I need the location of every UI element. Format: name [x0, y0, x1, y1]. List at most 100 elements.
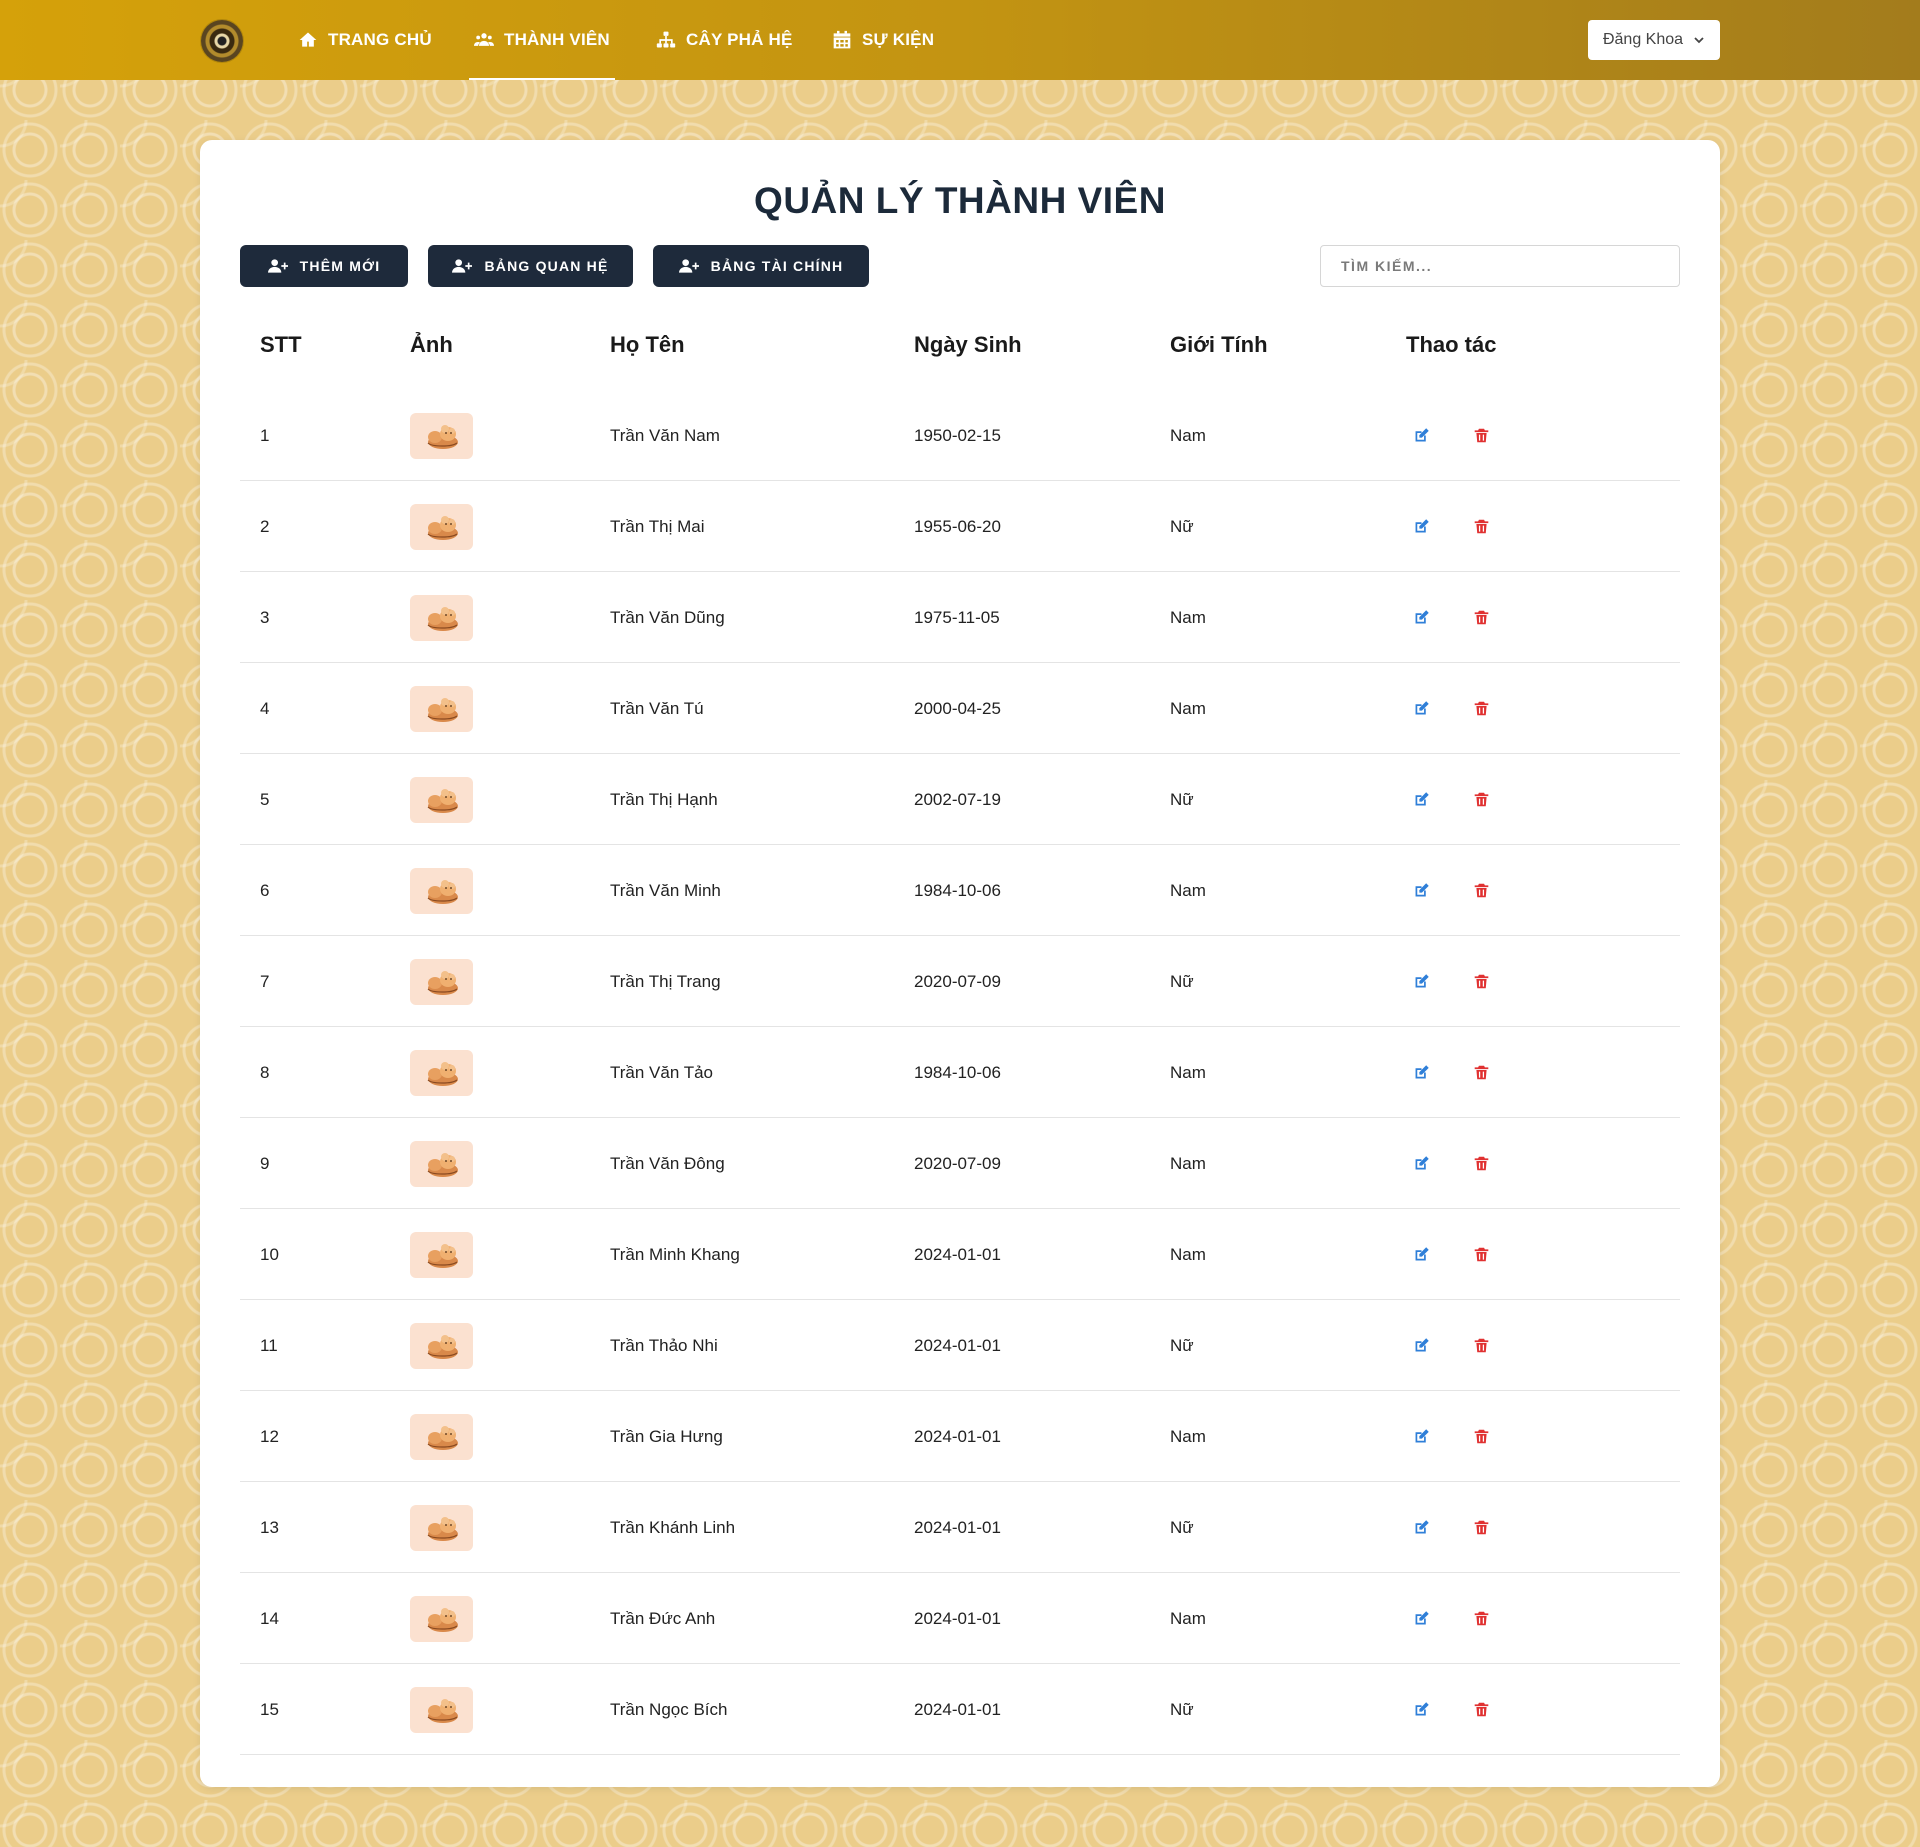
- finance-table-label: BẢNG TÀI CHÍNH: [710, 258, 844, 274]
- row-stt: 14: [260, 1608, 279, 1628]
- member-avatar[interactable]: [410, 503, 473, 550]
- member-avatar[interactable]: [410, 1049, 473, 1096]
- edit-button[interactable]: [1410, 698, 1432, 720]
- row-name: Trần Thảo Nhi: [610, 1335, 718, 1355]
- delete-button[interactable]: [1470, 1062, 1492, 1084]
- row-name: Trần Văn Đông: [610, 1153, 725, 1173]
- edit-button[interactable]: [1410, 1244, 1432, 1266]
- chevron-down-icon: [1694, 37, 1704, 44]
- member-avatar[interactable]: [410, 412, 473, 459]
- nav-item-events[interactable]: SỰ KIỆN: [832, 0, 934, 80]
- row-dob: 2024-01-01: [914, 1426, 1001, 1446]
- delete-button[interactable]: [1470, 1699, 1492, 1721]
- row-name: Trần Thị Hạnh: [610, 789, 718, 809]
- calendar-icon: [833, 30, 851, 49]
- header-gender: Giới Tính: [1170, 332, 1268, 357]
- row-gender: Nam: [1170, 1608, 1206, 1628]
- delete-button[interactable]: [1470, 971, 1492, 993]
- row-stt: 3: [260, 607, 270, 627]
- table-row: 2 Trần Thị Mai 1955-06-20 Nữ: [240, 481, 1680, 572]
- nav-item-home[interactable]: TRANG CHỦ: [298, 0, 432, 80]
- row-gender: Nam: [1170, 1153, 1206, 1173]
- delete-button[interactable]: [1470, 1517, 1492, 1539]
- edit-icon: [1415, 1247, 1429, 1261]
- search-input[interactable]: [1320, 245, 1680, 287]
- member-avatar[interactable]: [410, 1686, 473, 1733]
- member-avatar[interactable]: [410, 1595, 473, 1642]
- member-avatar[interactable]: [410, 594, 473, 641]
- add-member-button[interactable]: THÊM MỚI: [240, 245, 408, 287]
- row-stt: 6: [260, 880, 270, 900]
- table-row: 8 Trần Văn Tảo 1984-10-06 Nam: [240, 1027, 1680, 1118]
- row-stt: 4: [260, 698, 270, 718]
- avatar-illustration: [427, 1061, 458, 1086]
- row-name: Trần Đức Anh: [610, 1608, 716, 1628]
- delete-button[interactable]: [1470, 1244, 1492, 1266]
- nav-item-family-tree[interactable]: CÂY PHẢ HỆ: [656, 0, 793, 80]
- row-gender: Nam: [1170, 1244, 1206, 1264]
- avatar-illustration: [427, 1334, 458, 1359]
- edit-button[interactable]: [1410, 425, 1432, 447]
- delete-button[interactable]: [1470, 607, 1492, 629]
- edit-icon: [1415, 610, 1429, 624]
- edit-button[interactable]: [1410, 1517, 1432, 1539]
- member-avatar[interactable]: [410, 1231, 473, 1278]
- member-avatar[interactable]: [410, 776, 473, 823]
- row-name: Trần Gia Hưng: [610, 1426, 723, 1446]
- member-avatar[interactable]: [410, 1140, 473, 1187]
- table-row: 3 Trần Văn Dũng 1975-11-05 Nam: [240, 572, 1680, 663]
- edit-icon: [1415, 1520, 1429, 1534]
- finance-table-button[interactable]: BẢNG TÀI CHÍNH: [653, 245, 869, 287]
- row-name: Trần Minh Khang: [610, 1244, 740, 1264]
- member-avatar[interactable]: [410, 867, 473, 914]
- row-dob: 1984-10-06: [914, 880, 1001, 900]
- member-avatar[interactable]: [410, 1322, 473, 1369]
- avatar-illustration: [427, 1516, 458, 1541]
- delete-button[interactable]: [1470, 789, 1492, 811]
- row-stt: 8: [260, 1062, 270, 1082]
- edit-button[interactable]: [1410, 1153, 1432, 1175]
- edit-button[interactable]: [1410, 1699, 1432, 1721]
- site-logo[interactable]: [201, 20, 243, 62]
- page-title: QUẢN LÝ THÀNH VIÊN: [754, 180, 1166, 221]
- edit-button[interactable]: [1410, 880, 1432, 902]
- member-avatar[interactable]: [410, 1413, 473, 1460]
- edit-button[interactable]: [1410, 1335, 1432, 1357]
- edit-button[interactable]: [1410, 789, 1432, 811]
- table-body: 1 Trần Văn Nam 1950-02-15 Nam 2 Trần Thị…: [240, 390, 1680, 1755]
- row-stt: 12: [260, 1426, 279, 1446]
- member-avatar[interactable]: [410, 958, 473, 1005]
- trash-icon: [1474, 883, 1488, 898]
- delete-button[interactable]: [1470, 516, 1492, 538]
- delete-button[interactable]: [1470, 1608, 1492, 1630]
- member-avatar[interactable]: [410, 685, 473, 732]
- row-dob: 1984-10-06: [914, 1062, 1001, 1082]
- user-menu-dropdown[interactable]: Đăng Khoa: [1588, 20, 1720, 60]
- row-gender: Nam: [1170, 607, 1206, 627]
- delete-button[interactable]: [1470, 425, 1492, 447]
- row-dob: 2024-01-01: [914, 1335, 1001, 1355]
- row-dob: 2020-07-09: [914, 971, 1001, 991]
- edit-button[interactable]: [1410, 516, 1432, 538]
- user-plus-icon: [678, 259, 699, 273]
- delete-button[interactable]: [1470, 1426, 1492, 1448]
- edit-button[interactable]: [1410, 607, 1432, 629]
- edit-icon: [1415, 1611, 1429, 1625]
- edit-button[interactable]: [1410, 1426, 1432, 1448]
- member-avatar[interactable]: [410, 1504, 473, 1551]
- edit-button[interactable]: [1410, 971, 1432, 993]
- delete-button[interactable]: [1470, 1335, 1492, 1357]
- nav-item-members[interactable]: THÀNH VIÊN: [469, 0, 615, 80]
- edit-button[interactable]: [1410, 1608, 1432, 1630]
- delete-button[interactable]: [1470, 1153, 1492, 1175]
- delete-button[interactable]: [1470, 698, 1492, 720]
- trash-icon: [1474, 1702, 1488, 1717]
- edit-icon: [1415, 883, 1429, 897]
- relations-table-button[interactable]: BẢNG QUAN HỆ: [428, 245, 633, 287]
- top-navbar: TRANG CHỦ THÀNH VIÊN CÂY PHẢ HỆ SỰ KIỆN …: [0, 0, 1920, 80]
- user-plus-icon: [452, 259, 473, 273]
- delete-button[interactable]: [1470, 880, 1492, 902]
- avatar-illustration: [427, 879, 458, 904]
- row-name: Trần Thị Mai: [610, 516, 705, 536]
- edit-button[interactable]: [1410, 1062, 1432, 1084]
